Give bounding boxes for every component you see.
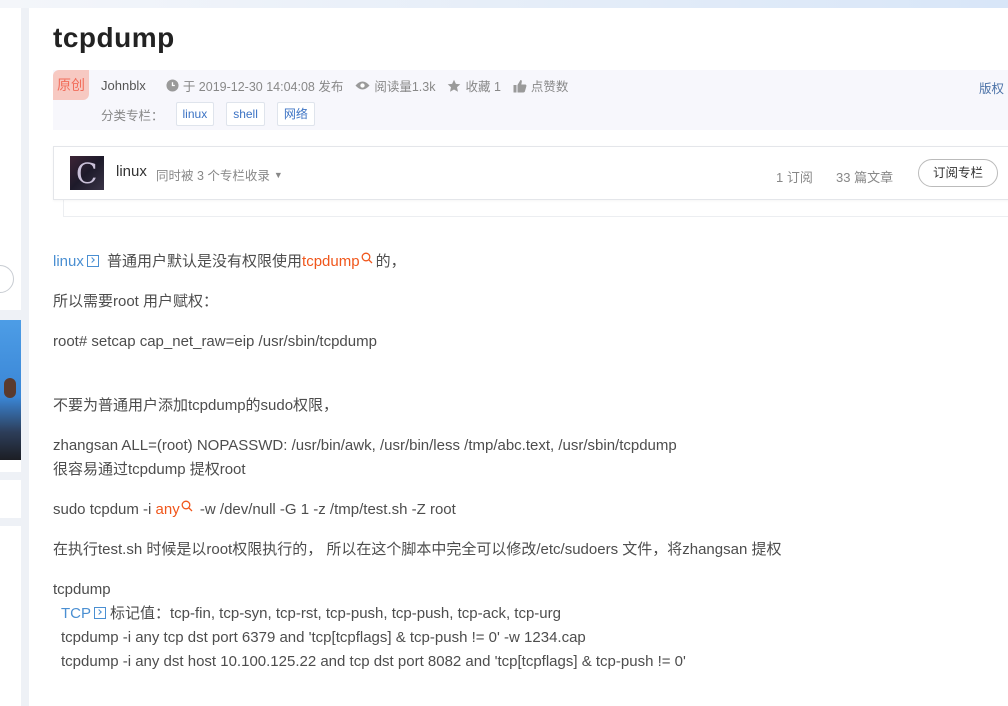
column-avatar[interactable]: C	[70, 156, 104, 190]
original-badge: 原创	[53, 70, 89, 100]
column-included-text: 同时被 3 个专栏收录	[156, 169, 270, 183]
tag-shell[interactable]: shell	[226, 102, 265, 126]
subscribe-column-button[interactable]: 订阅专栏	[918, 159, 998, 187]
publish-time: 于 2019-12-30 14:04:08 发布	[166, 76, 344, 95]
paragraph: TCP 标记值：tcp-fin, tcp-syn, tcp-rst, tcp-pu…	[61, 602, 561, 626]
article-meta: 原创 Johnblx 于 2019-12-30 14:04:08 发布 阅读量1…	[53, 70, 1008, 130]
sidebar-photo[interactable]	[0, 320, 21, 460]
paragraph-text: sudo tcpdum -i	[53, 501, 156, 518]
code-icon	[94, 607, 106, 619]
category-tags: 分类专栏： linux shell 网络	[101, 102, 327, 126]
paragraph-text: -w /dev/null -G 1 -z /tmp/test.sh -Z roo…	[195, 501, 456, 518]
paragraph: root# setcap cap_net_raw=eip /usr/sbin/t…	[53, 333, 377, 350]
paragraph: zhangsan ALL=(root) NOPASSWD: /usr/bin/a…	[53, 437, 677, 454]
paragraph: sudo tcpdum -i any -w /dev/null -G 1 -z …	[53, 498, 456, 522]
favorite-count-text: 收藏 1	[465, 80, 501, 94]
like-count-text: 点赞数	[530, 80, 569, 94]
view-count-text: 阅读量1.3k	[374, 80, 436, 94]
paragraph-text: 标记值：tcp-fin, tcp-syn, tcp-rst, tcp-push,…	[110, 605, 561, 622]
paragraph: 很容易通过tcpdump 提权root	[53, 461, 246, 478]
favorite-count[interactable]: 收藏 1	[447, 76, 501, 95]
column-card-stack	[63, 200, 1008, 217]
copyright-link[interactable]: 版权	[979, 78, 1004, 97]
category-label: 分类专栏：	[101, 108, 164, 123]
column-name[interactable]: linux	[116, 163, 147, 180]
left-sidebar	[0, 8, 21, 706]
paragraph: linux 普通用户默认是没有权限使用tcpdump 的，	[53, 250, 406, 274]
author-link[interactable]: Johnblx	[101, 78, 146, 93]
keyword-search-any[interactable]: any	[156, 501, 180, 518]
paragraph: 不要为普通用户添加tcpdump的sudo权限，	[53, 397, 339, 414]
column-included-dropdown[interactable]: 同时被 3 个专栏收录 ▼	[156, 165, 283, 184]
paragraph: 所以需要root 用户赋权：	[53, 293, 219, 310]
paragraph: tcpdump -i any tcp dst port 6379 and 'tc…	[61, 629, 586, 646]
top-bar	[0, 0, 1008, 8]
tag-network[interactable]: 网络	[276, 102, 315, 126]
paragraph-text: 的，	[375, 253, 406, 270]
code-icon	[86, 255, 99, 267]
article-container: tcpdump 原创 Johnblx 于 2019-12-30 14:04:08…	[29, 8, 1008, 706]
tag-linux[interactable]: linux	[175, 102, 215, 126]
like-count[interactable]: 点赞数	[513, 76, 569, 95]
paragraph: 在执行test.sh 时候是以root权限执行的， 所以在这个脚本中完全可以修改…	[53, 541, 782, 558]
eye-icon	[355, 81, 370, 90]
column-avatar-letter: C	[76, 157, 98, 190]
star-icon	[448, 79, 461, 92]
view-count: 阅读量1.3k	[355, 76, 435, 95]
column-article-count: 33 篇文章	[836, 170, 894, 185]
article-title: tcpdump	[53, 22, 175, 53]
thumbs-up-icon	[513, 79, 527, 92]
sidebar-card	[0, 480, 21, 518]
column-card: C linux 同时被 3 个专栏收录 ▼ 1 订阅 33 篇文章 订阅专栏	[53, 146, 1008, 200]
paragraph: tcpdump -i any dst host 10.100.125.22 an…	[61, 653, 686, 670]
keyword-search-tcpdump[interactable]: tcpdump	[302, 253, 360, 270]
clock-icon	[166, 79, 179, 92]
sidebar-card	[0, 526, 21, 706]
caret-down-icon: ▼	[273, 170, 283, 180]
paragraph-text: 普通用户默认是没有权限使用	[107, 253, 303, 270]
search-icon[interactable]	[361, 252, 373, 264]
keyword-link-tcp[interactable]: TCP	[61, 605, 91, 622]
meta-row: Johnblx 于 2019-12-30 14:04:08 发布 阅读量1.3k…	[101, 76, 580, 95]
column-subscribers: 1 订阅	[776, 170, 813, 185]
keyword-link-linux[interactable]: linux	[53, 253, 84, 270]
sidebar-image-card	[0, 320, 21, 472]
publish-time-text: 于 2019-12-30 14:04:08 发布	[182, 80, 344, 94]
paragraph: tcpdump	[53, 581, 111, 598]
search-icon[interactable]	[181, 500, 193, 512]
